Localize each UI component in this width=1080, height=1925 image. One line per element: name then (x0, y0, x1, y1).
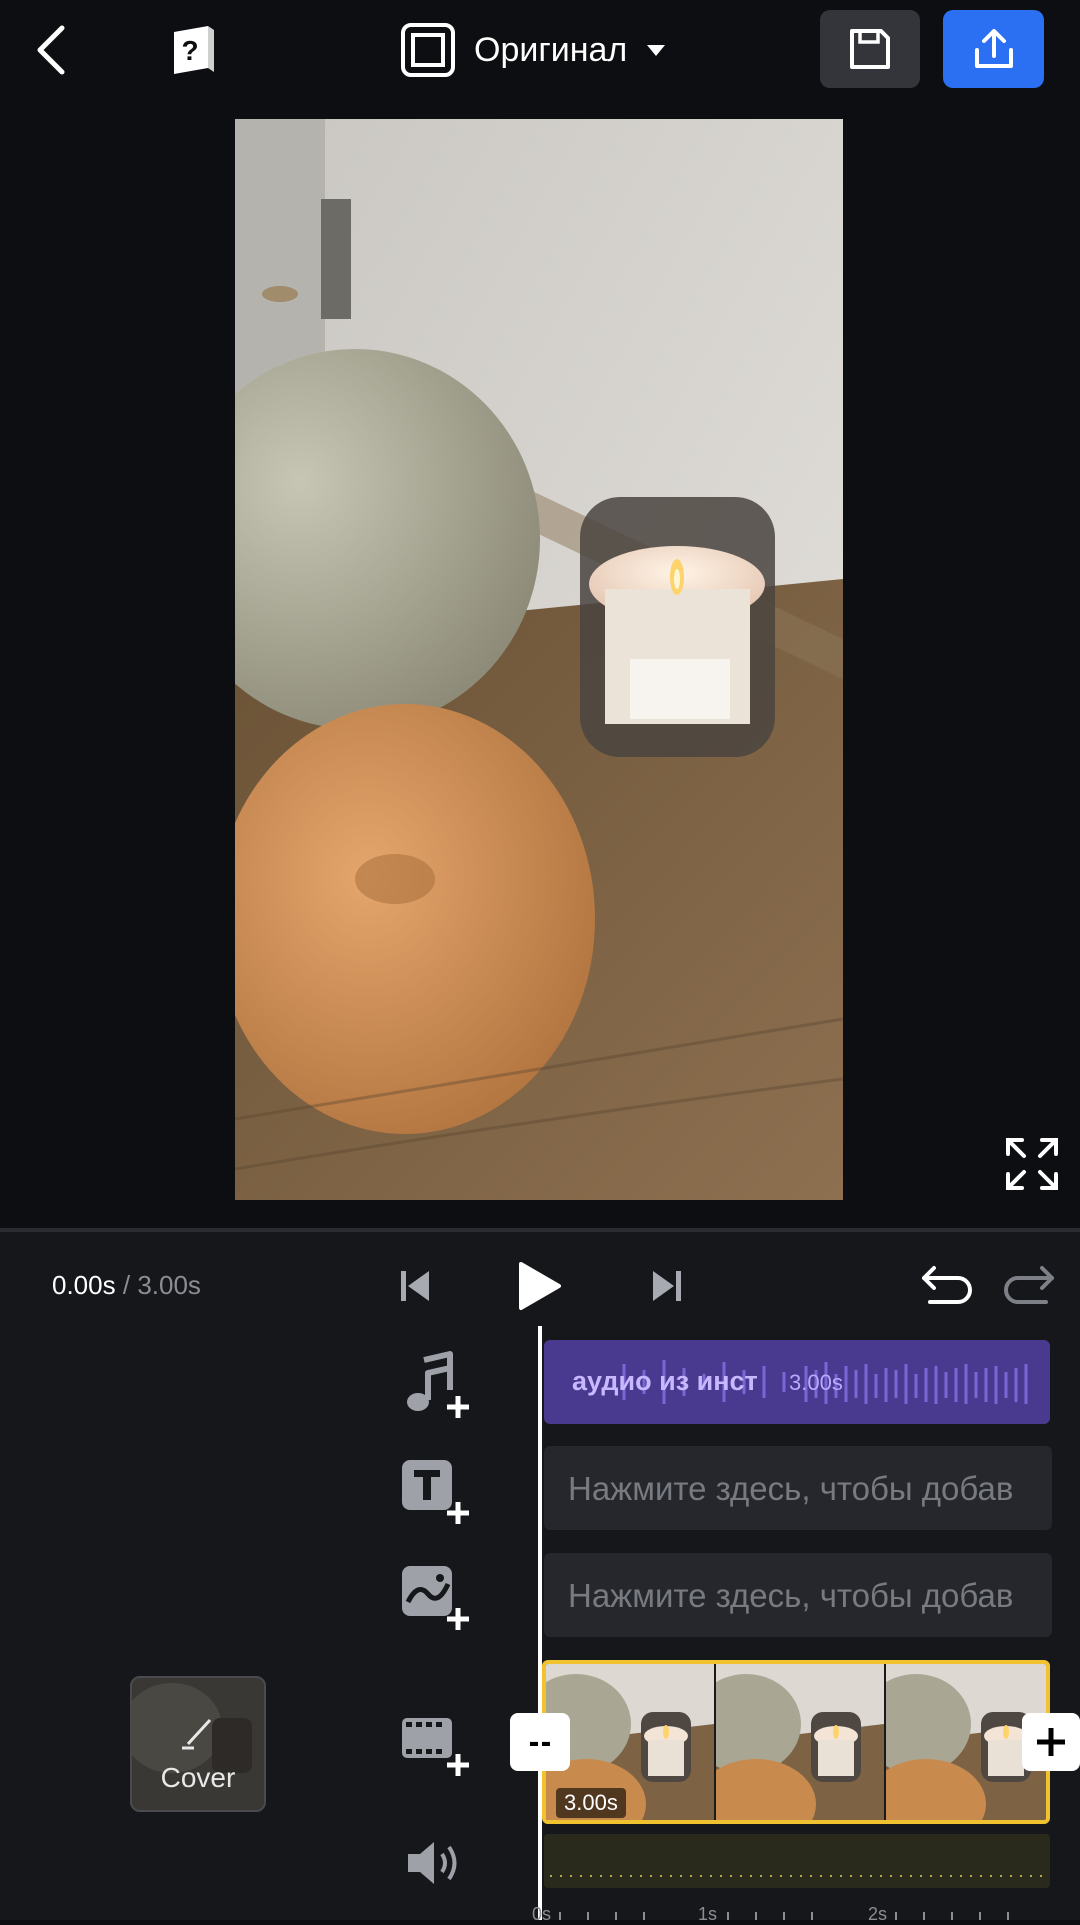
undo-icon (922, 1266, 972, 1304)
caret-down-icon (647, 45, 666, 56)
chevron-left-icon (37, 25, 65, 75)
svg-text:?: ? (181, 35, 198, 66)
help-button[interactable]: ? (166, 20, 222, 80)
text-track-placeholder[interactable]: Нажмите здесь, чтобы добав (544, 1446, 1052, 1530)
volume-dots (550, 1875, 1044, 1877)
preview-image (235, 119, 843, 1200)
music-add-icon (407, 1351, 469, 1418)
audio-track-duration: 3.00s (789, 1370, 843, 1395)
volume-track[interactable] (544, 1834, 1050, 1888)
top-toolbar: ? Оригинал (0, 0, 1080, 104)
time-separator: / (122, 1270, 131, 1300)
sticker-add-icon (402, 1566, 469, 1630)
ruler-label-0: 0s (532, 1904, 551, 1920)
video-preview[interactable] (235, 119, 843, 1200)
skip-start-button[interactable] (396, 1258, 434, 1314)
aspect-ratio-label: Оригинал (474, 30, 628, 69)
sticker-track-hint: Нажмите здесь, чтобы добав (568, 1577, 1014, 1614)
export-button[interactable] (943, 10, 1044, 88)
aspect-ratio-dropdown[interactable]: Оригинал (400, 20, 667, 80)
aspect-ratio-icon (401, 23, 455, 77)
current-time: 0.00s (52, 1270, 116, 1300)
back-button[interactable] (26, 22, 78, 78)
text-track-hint: Нажмите здесь, чтобы добав (568, 1470, 1014, 1507)
time-display: 0.00s / 3.00s (52, 1270, 201, 1301)
cover-button[interactable]: Cover (130, 1676, 266, 1812)
add-video-button[interactable] (398, 1708, 472, 1782)
volume-button[interactable] (404, 1838, 464, 1888)
add-sticker-button[interactable] (398, 1562, 472, 1636)
share-upload-icon (974, 29, 1013, 68)
cover-label: Cover (160, 1762, 236, 1793)
add-music-button[interactable] (398, 1350, 472, 1424)
expand-icon (1006, 1138, 1058, 1190)
clip-thumbnail (716, 1664, 886, 1820)
add-text-button[interactable] (398, 1456, 472, 1530)
video-clip[interactable]: 3.00s (542, 1660, 1050, 1824)
ruler-label-1: 1s (698, 1904, 717, 1920)
speaker-icon (408, 1842, 457, 1884)
play-icon (519, 1262, 561, 1310)
add-clip-button[interactable] (1022, 1713, 1080, 1771)
total-time: 3.00s (137, 1270, 201, 1300)
fullscreen-button[interactable] (1004, 1136, 1060, 1192)
time-ruler: 0s 1s 2s (530, 1904, 1050, 1924)
redo-button[interactable] (1000, 1258, 1058, 1314)
help-book-icon: ? (174, 26, 214, 74)
sticker-track-placeholder[interactable]: Нажмите здесь, чтобы добав (544, 1553, 1052, 1637)
undo-button[interactable] (918, 1258, 976, 1314)
redo-icon (1004, 1266, 1054, 1304)
text-add-icon (402, 1460, 469, 1524)
skip-end-icon (653, 1271, 681, 1301)
ruler-label-2: 2s (868, 1904, 887, 1920)
floppy-disk-icon (850, 29, 890, 69)
skip-start-icon (401, 1271, 429, 1301)
plus-icon (1037, 1728, 1065, 1756)
save-button[interactable] (820, 10, 920, 88)
audio-track-clip[interactable]: аудио из инст 3.00s (544, 1340, 1050, 1424)
audio-track-label: аудио из инст (572, 1366, 758, 1396)
play-button[interactable] (512, 1258, 566, 1314)
skip-end-button[interactable] (648, 1258, 686, 1314)
film-add-icon (402, 1718, 469, 1776)
playhead[interactable] (538, 1326, 542, 1920)
clip-duration-badge: 3.00s (556, 1788, 626, 1818)
